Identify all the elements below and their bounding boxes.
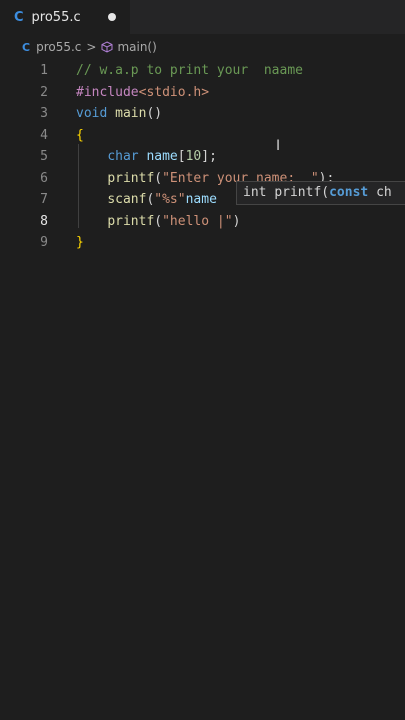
tab-pro55[interactable]: C pro55.c <box>0 0 130 34</box>
code-token: { <box>76 127 84 143</box>
code-token: [ <box>177 149 186 164</box>
code-token: printf <box>107 170 155 186</box>
code-token: ) <box>232 213 241 229</box>
code-line[interactable]: 1 // w.a.p to print your naame <box>0 60 405 81</box>
line-code: #include<stdio.h> <box>76 82 209 103</box>
line-code: printf("hello |") <box>76 211 240 232</box>
tooltip-rest: ch <box>368 185 392 200</box>
line-code: void main() <box>76 103 162 124</box>
code-line[interactable]: 5 char name[10]; <box>0 146 405 167</box>
code-token: } <box>76 235 84 250</box>
code-line[interactable]: 2 #include<stdio.h> <box>0 82 405 103</box>
c-file-icon: C <box>22 40 31 54</box>
tooltip-function: printf( <box>274 185 330 200</box>
tooltip-return-type: int <box>243 185 275 200</box>
code-token: ( <box>154 213 163 229</box>
line-number: 3 <box>40 106 48 121</box>
code-token: #include <box>76 84 139 100</box>
line-code: // w.a.p to print your naame <box>76 60 303 81</box>
line-code: } <box>76 232 84 253</box>
code-token: "%s" <box>154 192 186 207</box>
code-token: main <box>115 106 147 121</box>
code-token: () <box>146 106 163 121</box>
tab-label: pro55.c <box>31 9 81 25</box>
code-line[interactable]: 9} <box>0 232 405 253</box>
code-token: 10 <box>185 149 202 164</box>
line-number: 4 <box>40 127 48 143</box>
symbol-method-icon <box>101 41 113 53</box>
code-token: ]; <box>201 149 217 164</box>
line-number: 7 <box>40 192 48 207</box>
c-file-icon: C <box>14 9 24 25</box>
unsaved-dot-icon[interactable] <box>108 13 116 21</box>
tab-bar: C pro55.c <box>0 0 405 34</box>
breadcrumb-symbol[interactable]: main() <box>117 40 156 54</box>
line-code: { <box>76 125 84 146</box>
code-token: "hello |" <box>162 213 233 229</box>
code-token: <stdio.h> <box>138 84 210 100</box>
line-number: 6 <box>40 170 48 186</box>
code-line[interactable]: 4{ <box>0 125 405 146</box>
breadcrumb-separator: > <box>86 40 97 54</box>
breadcrumb: C pro55.c > main() <box>0 36 405 58</box>
code-line[interactable]: 3 void main() <box>0 103 405 124</box>
code-token: ( <box>154 170 163 186</box>
line-number: 8 <box>40 213 48 229</box>
line-number: 5 <box>40 149 48 164</box>
code-token: char <box>107 149 139 164</box>
line-code: char name[10]; <box>76 146 217 167</box>
line-number: 2 <box>40 84 48 100</box>
code-token: printf <box>107 213 155 229</box>
code-token: void <box>76 106 108 121</box>
line-code: scanf("%s"name <box>76 189 217 210</box>
code-line[interactable]: 8 printf("hello |") <box>0 211 405 232</box>
tooltip-keyword: const <box>329 185 369 200</box>
ibeam-cursor-icon: I <box>276 138 281 154</box>
line-number: 1 <box>40 63 48 78</box>
breadcrumb-file[interactable]: pro55.c <box>36 40 81 54</box>
signature-help-tooltip: int printf(const ch <box>236 181 405 205</box>
code-token: // w.a.p to print your naame <box>76 63 303 78</box>
code-token: name <box>146 149 178 164</box>
code-token: name <box>185 192 217 207</box>
code-token: scanf <box>107 192 147 207</box>
line-number: 9 <box>40 235 48 250</box>
